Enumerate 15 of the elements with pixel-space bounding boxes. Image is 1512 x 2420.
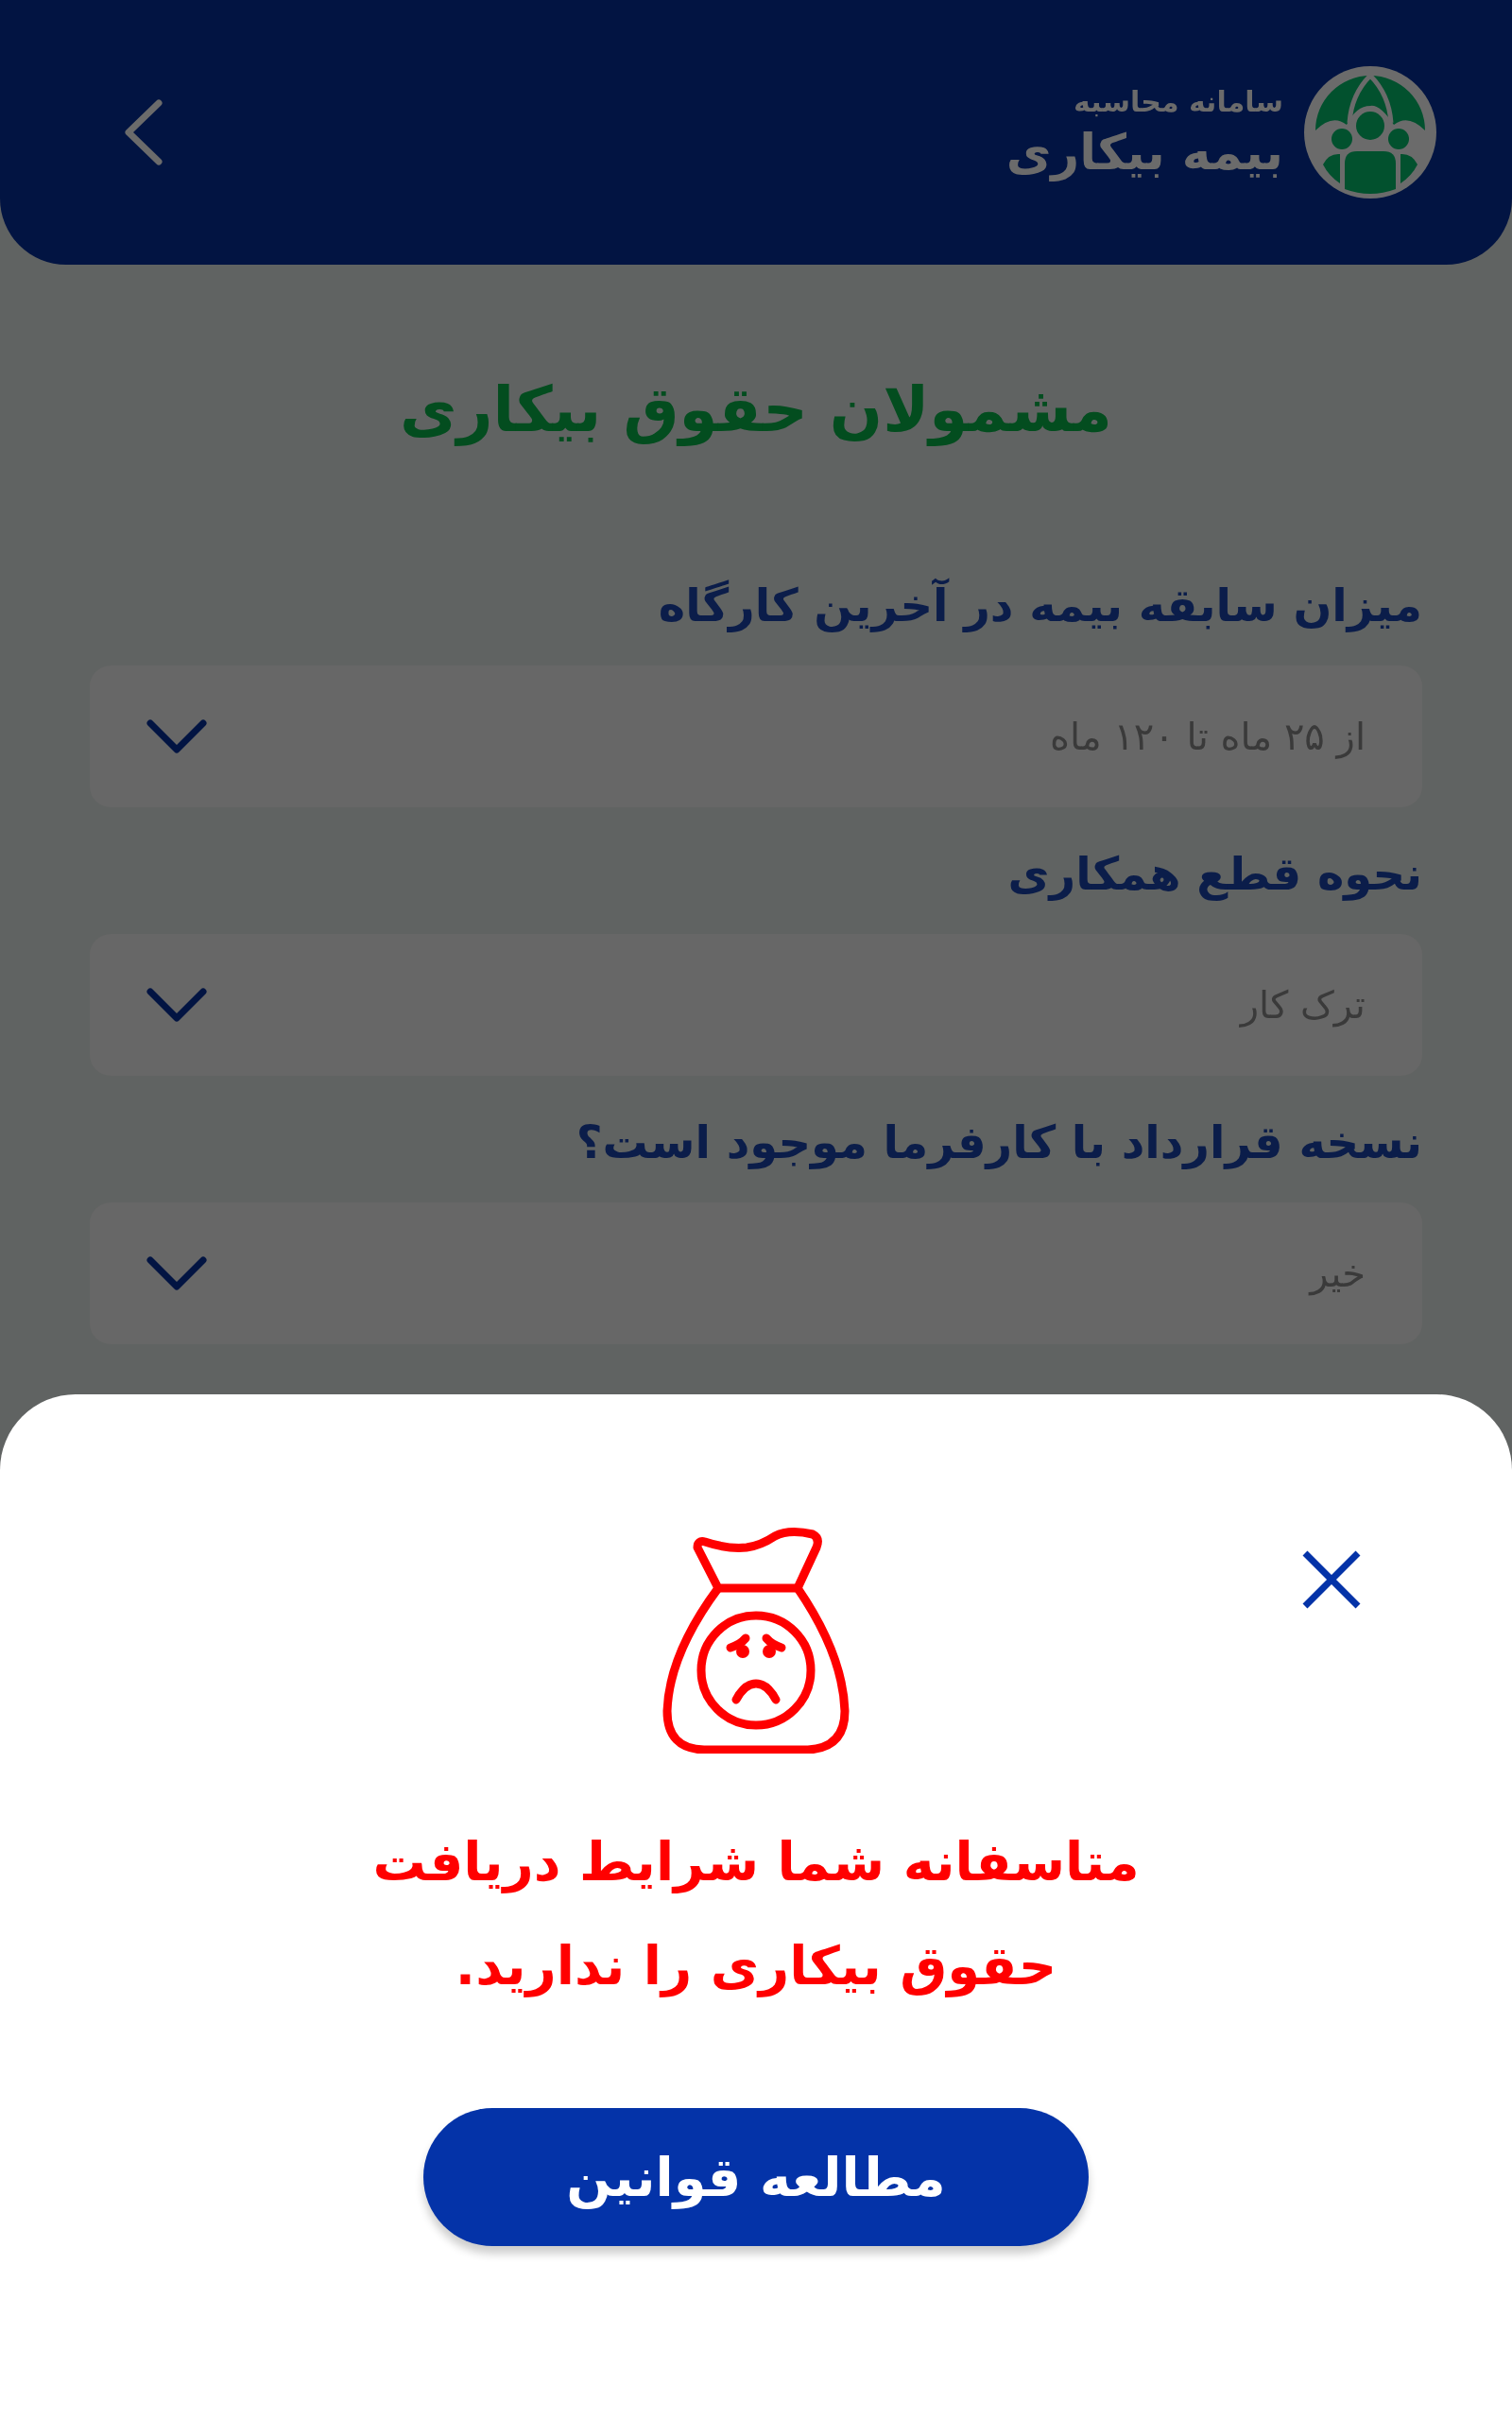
- app-title: بیمه بیکاری: [1005, 123, 1283, 181]
- close-icon: [1301, 1549, 1362, 1610]
- logo-icon: [1304, 66, 1436, 199]
- field-label: نحوه قطع همکاری: [1006, 847, 1422, 900]
- field-label: میزان سابقه بیمه در آخرین کارگاه: [657, 579, 1422, 631]
- error-message: متاسفانه شما شرایط دریافت حقوق بیکاری را ندارید.: [372, 1830, 1140, 1999]
- app-subtitle: سامانه محاسبه: [1074, 84, 1283, 118]
- chevron-down-icon: [146, 719, 207, 753]
- back-icon[interactable]: [123, 99, 164, 165]
- read-rules-button[interactable]: مطالعه قوانین: [423, 2108, 1089, 2246]
- page-title: مشمولان حقوق بیکاری: [399, 373, 1113, 446]
- sad-money-bag-icon: [662, 1527, 850, 1754]
- chevron-down-icon: [146, 1256, 207, 1290]
- chevron-down-icon: [146, 988, 207, 1022]
- field-label: نسخه قرارداد با کارفرما موجود است؟: [575, 1115, 1422, 1168]
